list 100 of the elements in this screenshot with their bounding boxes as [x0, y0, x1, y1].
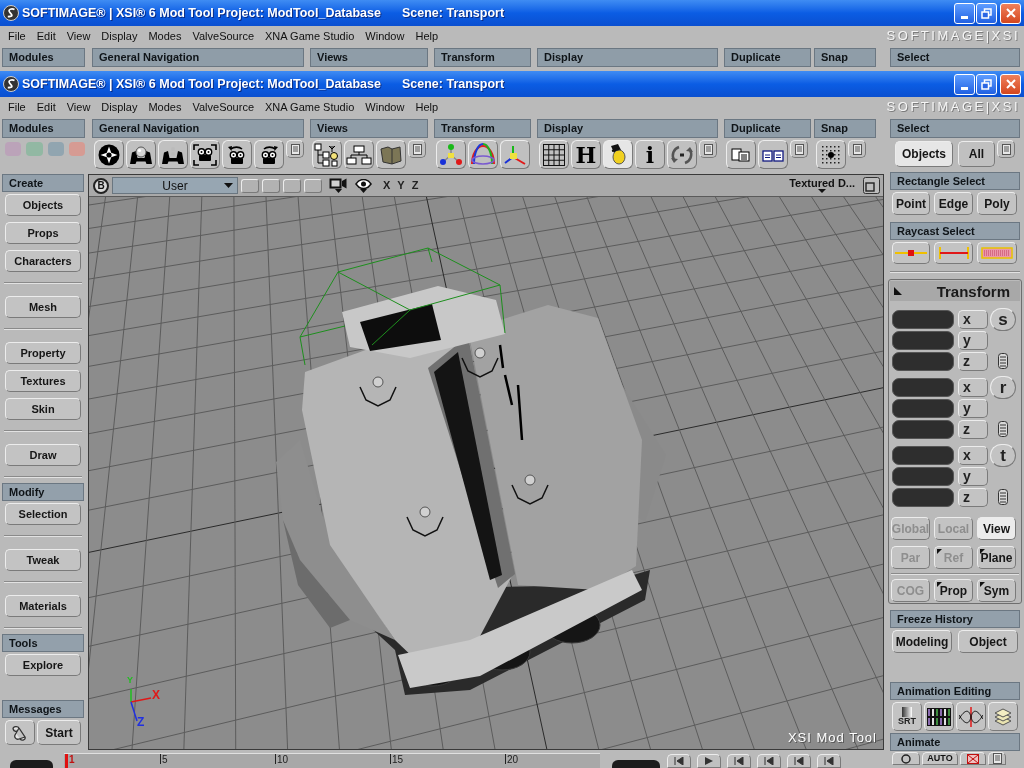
restore-button[interactable]: [976, 73, 997, 95]
menu-item[interactable]: XNA Game Studio: [265, 98, 355, 116]
toolbar-button[interactable]: [190, 140, 220, 169]
menu-button[interactable]: [286, 140, 304, 158]
transform-mode-button[interactable]: r: [990, 376, 1016, 399]
menu-item[interactable]: XNA Game Studio: [265, 27, 355, 45]
toolbar-button[interactable]: [436, 140, 466, 169]
axis-button[interactable]: x: [958, 310, 988, 329]
reference-mode-button[interactable]: Sym: [977, 579, 1016, 602]
tool-button[interactable]: Property: [5, 342, 81, 364]
restore-button[interactable]: [976, 2, 997, 24]
axis-button[interactable]: z: [958, 352, 988, 371]
menu-item[interactable]: Modes: [148, 98, 182, 116]
menu-button[interactable]: [699, 140, 717, 158]
menu-button[interactable]: [790, 140, 808, 158]
reference-mode-button[interactable]: Plane: [977, 546, 1016, 569]
playback-button[interactable]: [727, 754, 751, 768]
module-swatch-icon[interactable]: [26, 142, 43, 156]
axis-toggle[interactable]: Z: [411, 180, 419, 191]
menu-button[interactable]: [408, 140, 426, 158]
start-frame-field[interactable]: [10, 760, 53, 768]
toolbar-button[interactable]: [539, 140, 569, 169]
srt-button[interactable]: SRT: [892, 702, 922, 731]
toolbar-button[interactable]: [94, 140, 124, 169]
toolbar-button[interactable]: [758, 140, 788, 169]
minimize-button[interactable]: [954, 73, 975, 95]
raycast-button[interactable]: [934, 242, 973, 264]
viewport-slot-button[interactable]: [241, 178, 259, 193]
animation-tool-button[interactable]: [924, 702, 954, 731]
menu-button[interactable]: [988, 752, 1006, 765]
tool-button[interactable]: Objects: [5, 194, 81, 216]
axis-button[interactable]: z: [958, 488, 988, 507]
axis-button[interactable]: y: [958, 399, 988, 418]
toolbar-button[interactable]: [603, 140, 633, 169]
script-button[interactable]: [5, 720, 35, 745]
value-field[interactable]: [892, 488, 954, 507]
playback-button[interactable]: [697, 754, 721, 768]
freeze-button[interactable]: Object: [958, 630, 1018, 653]
end-frame-field[interactable]: [612, 760, 660, 768]
playback-button[interactable]: [817, 754, 841, 768]
menu-item[interactable]: Display: [101, 27, 138, 45]
menu-item[interactable]: Edit: [36, 27, 56, 45]
viewport-slot-button[interactable]: [262, 178, 280, 193]
menu-item[interactable]: View: [66, 98, 91, 116]
toolbar-button[interactable]: H: [571, 140, 601, 169]
axis-toggle[interactable]: Y: [397, 180, 405, 191]
toolbar-button[interactable]: [726, 140, 756, 169]
module-swatch-icon[interactable]: [68, 142, 85, 156]
animate-tool-button[interactable]: [892, 752, 920, 765]
visibility-menu-button[interactable]: [355, 178, 372, 193]
value-field[interactable]: [892, 378, 954, 397]
display-mode-dropdown[interactable]: Textured D...: [789, 178, 855, 193]
toolbar-button[interactable]: [126, 140, 156, 169]
toolbar-button[interactable]: [816, 140, 846, 169]
toolbar-button[interactable]: [254, 140, 284, 169]
camera-letter-button[interactable]: B: [93, 177, 109, 194]
tool-button[interactable]: Explore: [5, 654, 81, 676]
tool-button[interactable]: Selection: [5, 503, 81, 525]
axis-button[interactable]: y: [958, 467, 988, 486]
menu-item[interactable]: Edit: [36, 98, 56, 116]
value-field[interactable]: [892, 399, 954, 418]
animate-tool-button[interactable]: [960, 752, 986, 765]
axis-button[interactable]: x: [958, 446, 988, 465]
value-field[interactable]: [892, 352, 954, 371]
menu-item[interactable]: File: [8, 98, 26, 116]
value-field[interactable]: [892, 420, 954, 439]
axis-button[interactable]: x: [958, 378, 988, 397]
select-type-button[interactable]: Point: [892, 192, 930, 215]
select-type-button[interactable]: Edge: [934, 192, 973, 215]
toolbar-button[interactable]: i: [635, 140, 665, 169]
viewport-slot-button[interactable]: [304, 178, 322, 193]
menu-item[interactable]: Help: [415, 27, 439, 45]
select-mode-button[interactable]: Objects: [895, 141, 953, 167]
reference-mode-button[interactable]: Prop: [934, 579, 973, 602]
transform-mode-button[interactable]: t: [990, 444, 1016, 467]
animation-tool-button[interactable]: [956, 702, 986, 731]
menu-item[interactable]: File: [8, 27, 26, 45]
view-dropdown[interactable]: User: [112, 177, 238, 194]
close-button[interactable]: [1000, 2, 1021, 24]
toolbar-button[interactable]: [344, 140, 374, 169]
start-button[interactable]: Start: [37, 720, 81, 745]
raycast-button[interactable]: [892, 242, 930, 264]
freeze-button[interactable]: Modeling: [892, 630, 952, 653]
toolbar-button[interactable]: [376, 140, 406, 169]
raycast-button[interactable]: [977, 242, 1017, 264]
playback-button[interactable]: [757, 754, 781, 768]
tool-button[interactable]: Characters: [5, 250, 81, 272]
menu-item[interactable]: Modes: [148, 27, 182, 45]
tool-button[interactable]: Tweak: [5, 549, 81, 571]
menu-button[interactable]: [848, 140, 866, 158]
menu-button[interactable]: [997, 140, 1015, 158]
tool-button[interactable]: Props: [5, 222, 81, 244]
menu-item[interactable]: Window: [365, 27, 405, 45]
tool-button[interactable]: Draw: [5, 444, 81, 466]
menu-item[interactable]: ValveSource: [192, 27, 255, 45]
toolbar-button[interactable]: [158, 140, 188, 169]
menu-item[interactable]: Help: [415, 98, 439, 116]
tool-button[interactable]: Materials: [5, 595, 81, 617]
select-type-button[interactable]: Poly: [977, 192, 1017, 215]
reference-mode-button[interactable]: View: [977, 517, 1016, 540]
